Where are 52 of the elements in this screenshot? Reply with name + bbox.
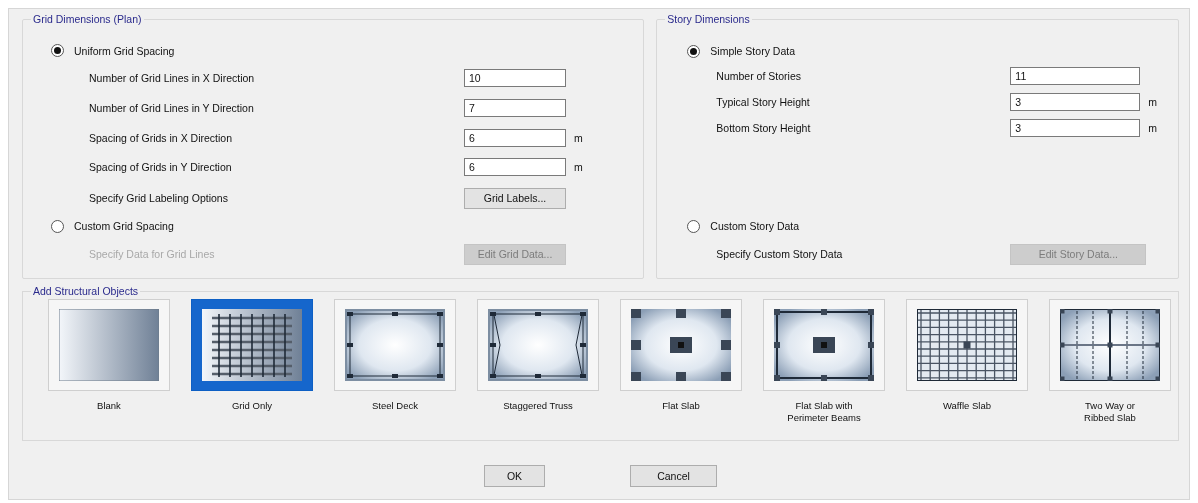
radio-button[interactable] <box>51 44 64 58</box>
template-label: Blank <box>97 400 121 412</box>
truss-plan-icon <box>488 309 588 381</box>
panel-title: Grid Dimensions (Plan) <box>32 13 143 25</box>
field-label: Typical Story Height <box>716 96 811 108</box>
unit-label: m <box>1147 96 1159 108</box>
template-label: Staggered Truss <box>503 400 573 412</box>
ok-button[interactable]: OK <box>484 465 545 487</box>
waffle-slab-plan-icon <box>917 309 1017 381</box>
unit-label: m <box>573 131 584 144</box>
field-label: Number of Stories <box>716 70 802 82</box>
number-field[interactable]: 11 <box>1010 67 1141 85</box>
template-label: Steel Deck <box>372 400 418 412</box>
unit-label: m <box>573 161 584 174</box>
field-label: Specify Data for Grid Lines <box>89 248 216 261</box>
cancel-button[interactable]: Cancel <box>630 465 717 487</box>
template-label: Waffle Slab <box>942 400 992 412</box>
panel-title: Add Structural Objects <box>32 285 140 297</box>
template-label: Flat Slab with Perimeter Beams <box>787 400 861 424</box>
field-label: Number of Grid Lines in Y Direction <box>89 101 255 114</box>
unit-label: m <box>1147 122 1159 134</box>
number-field[interactable]: 6 <box>464 128 566 147</box>
template-button[interactable] <box>191 299 313 391</box>
radio-button[interactable] <box>687 219 701 233</box>
field-label: Number of Grid Lines in X Direction <box>89 71 256 84</box>
field-label: Specify Grid Labeling Options <box>89 192 229 205</box>
grid-labels-button[interactable]: Grid Labels... <box>464 187 566 209</box>
field-label: Spacing of Grids in Y Direction <box>89 161 233 174</box>
template-label: Grid Only <box>231 400 273 412</box>
ribbed-slab-plan-icon <box>1060 309 1160 381</box>
grid-plan-icon <box>202 309 302 381</box>
flat-slab-plan-icon <box>631 309 731 381</box>
field-label: Specify Custom Story Data <box>716 248 844 260</box>
radio-label: Uniform Grid Spacing <box>74 44 175 57</box>
steel-deck-plan-icon <box>345 309 445 381</box>
field-label: Bottom Story Height <box>716 122 812 134</box>
number-field[interactable]: 3 <box>1010 119 1141 137</box>
radio-label: Simple Story Data <box>710 45 795 57</box>
number-field[interactable]: 6 <box>464 158 566 177</box>
field-label: Spacing of Grids in X Direction <box>89 131 233 144</box>
number-field[interactable]: 3 <box>1010 93 1141 111</box>
radio-button[interactable] <box>687 44 701 58</box>
radio-label: Custom Grid Spacing <box>74 220 174 233</box>
number-field[interactable]: 10 <box>464 68 566 87</box>
radio-label: Custom Story Data <box>710 220 800 232</box>
panel-title: Story Dimensions <box>666 13 751 25</box>
number-field[interactable]: 7 <box>464 98 566 117</box>
slab-beam-plan-icon <box>774 309 874 381</box>
blank-plan-icon <box>59 309 159 381</box>
template-label: Two Way or Ribbed Slab <box>1084 400 1136 424</box>
radio-button[interactable] <box>51 219 64 233</box>
template-label: Flat Slab <box>662 400 700 412</box>
